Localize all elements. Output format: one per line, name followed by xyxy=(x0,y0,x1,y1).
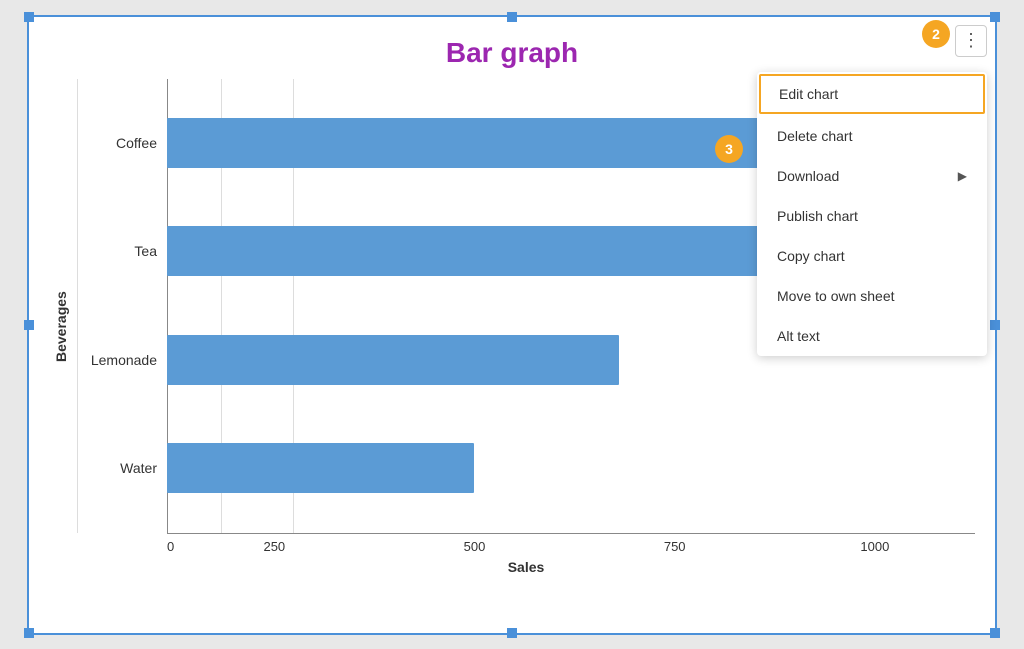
bar-fill xyxy=(167,226,830,276)
bar-row: Water xyxy=(77,433,975,503)
x-tick: 0 xyxy=(167,539,174,554)
handle-top-center[interactable] xyxy=(507,12,517,22)
step-badge-2: 2 xyxy=(922,20,950,48)
x-axis-label: Sales xyxy=(77,559,975,575)
handle-middle-left[interactable] xyxy=(24,320,34,330)
handle-top-right[interactable] xyxy=(990,12,1000,22)
menu-item-alt-text[interactable]: Alt text xyxy=(757,316,987,356)
menu-item-move-to-own-sheet[interactable]: Move to own sheet xyxy=(757,276,987,316)
x-tick: 750 xyxy=(575,539,775,554)
bar-fill xyxy=(167,118,854,168)
three-dot-menu-button[interactable]: ⋮ xyxy=(955,25,987,57)
handle-bottom-left[interactable] xyxy=(24,628,34,638)
context-menu: Edit chart Delete chart Download ▶ Publi… xyxy=(757,72,987,356)
bar-label: Tea xyxy=(77,243,167,259)
menu-item-download[interactable]: Download ▶ xyxy=(757,156,987,196)
bar-label: Coffee xyxy=(77,135,167,151)
bar-label: Water xyxy=(77,460,167,476)
bar-label: Lemonade xyxy=(77,352,167,368)
download-arrow-icon: ▶ xyxy=(958,169,967,183)
bar-fill xyxy=(167,335,619,385)
handle-bottom-right[interactable] xyxy=(990,628,1000,638)
menu-item-delete-chart[interactable]: Delete chart xyxy=(757,116,987,156)
bar-fill xyxy=(167,443,474,493)
menu-item-publish-chart[interactable]: Publish chart xyxy=(757,196,987,236)
bar-track xyxy=(167,443,975,493)
handle-middle-right[interactable] xyxy=(990,320,1000,330)
chart-title: Bar graph xyxy=(49,37,975,69)
x-tick: 250 xyxy=(174,539,374,554)
menu-item-copy-chart[interactable]: Copy chart xyxy=(757,236,987,276)
menu-item-edit-chart[interactable]: Edit chart xyxy=(759,74,985,114)
chart-container: 2 ⋮ Edit chart Delete chart Download ▶ P… xyxy=(27,15,997,635)
step-badge-3: 3 xyxy=(715,135,743,163)
x-tick: 500 xyxy=(374,539,574,554)
x-tick: 1000 xyxy=(775,539,975,554)
handle-top-left[interactable] xyxy=(24,12,34,22)
handle-bottom-center[interactable] xyxy=(507,628,517,638)
x-axis: 02505007501000 xyxy=(167,533,975,554)
y-axis-label: Beverages xyxy=(49,79,73,575)
